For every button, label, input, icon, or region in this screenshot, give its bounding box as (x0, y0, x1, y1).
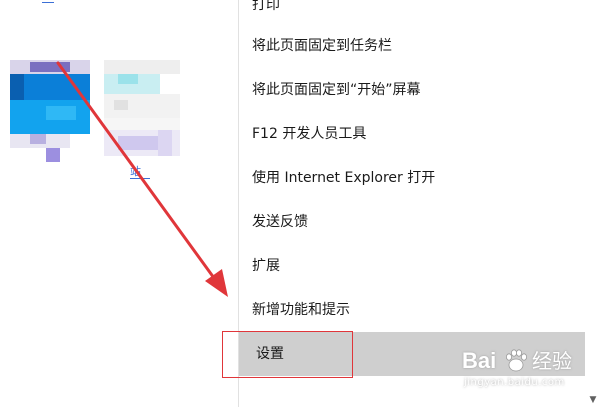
menu-scrollbar[interactable]: ▼ (586, 0, 600, 407)
menu-item-pin-to-taskbar[interactable]: 将此页面固定到任务栏 (239, 24, 585, 68)
settings-context-menu: 打印 将此页面固定到任务栏 将此页面固定到“开始”屏幕 F12 开发人员工具 使… (238, 0, 600, 407)
menu-item-extensions[interactable]: 扩展 (239, 244, 585, 288)
top-link-fragment[interactable] (42, 0, 54, 3)
menu-item-open-with-ie[interactable]: 使用 Internet Explorer 打开 (239, 156, 585, 200)
menu-item-pin-to-start[interactable]: 将此页面固定到“开始”屏幕 (239, 68, 585, 112)
thumbnail-left[interactable] (10, 60, 90, 165)
background-page: 站 (0, 0, 238, 407)
thumbnail-caption-link[interactable]: 站 (130, 166, 150, 179)
menu-item-whats-new[interactable]: 新增功能和提示 (239, 288, 585, 332)
menu-item-settings[interactable]: 设置 (239, 332, 585, 376)
menu-item-dev-tools[interactable]: F12 开发人员工具 (239, 112, 585, 156)
menu-item-send-feedback[interactable]: 发送反馈 (239, 200, 585, 244)
thumbnail-right[interactable] (104, 60, 184, 170)
menu-item-print[interactable]: 打印 (239, 0, 585, 27)
chevron-down-icon[interactable]: ▼ (588, 395, 598, 405)
